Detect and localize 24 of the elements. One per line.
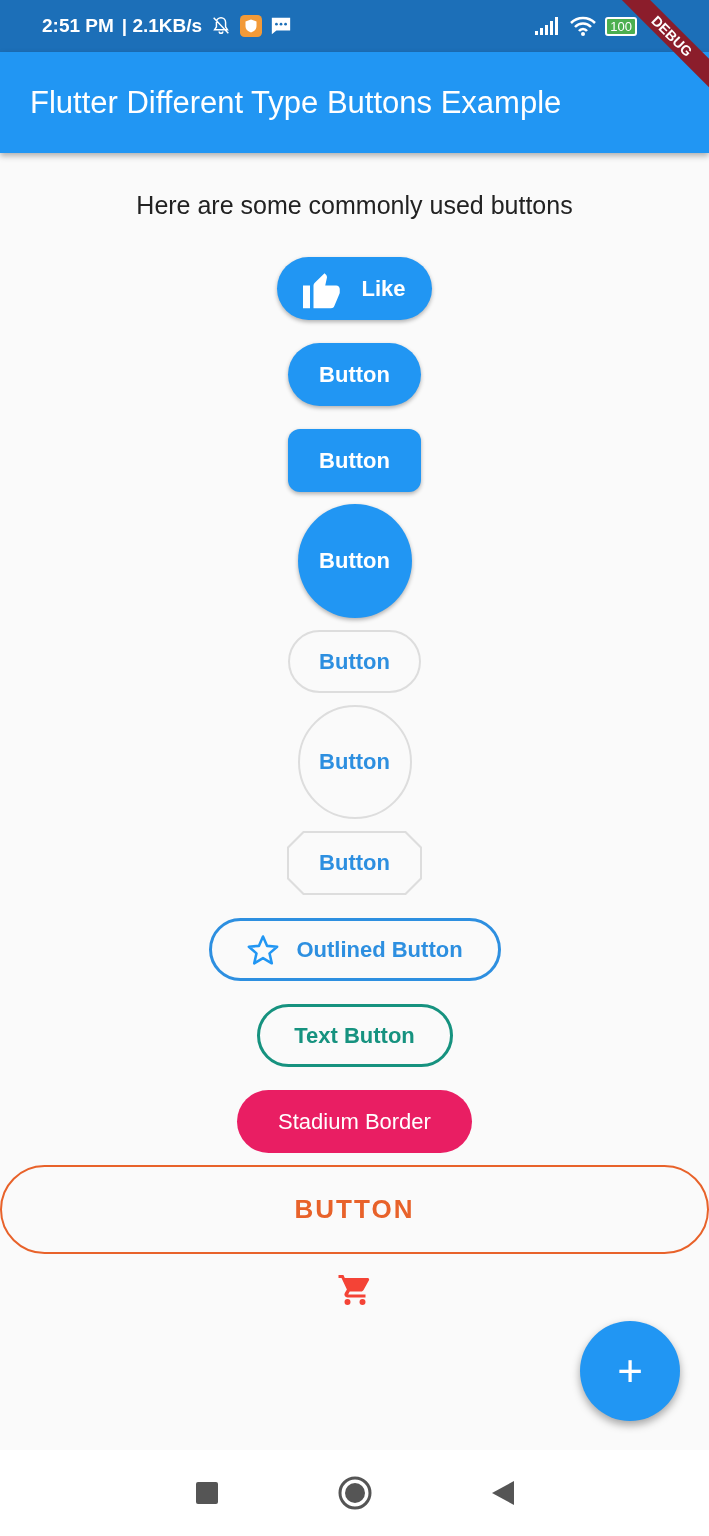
square-icon: [195, 1482, 218, 1504]
network-speed: | 2.1KB/s: [121, 15, 203, 37]
button[interactable]: Button: [288, 429, 421, 492]
button[interactable]: Button: [297, 705, 412, 819]
button[interactable]: Button: [288, 630, 421, 693]
button[interactable]: Button: [287, 831, 422, 895]
back-icon: [491, 1481, 514, 1505]
outlined-button[interactable]: Outlined Button: [208, 918, 501, 981]
heading-text: Here are some commonly used buttons: [135, 191, 574, 220]
home-circle-icon: [337, 1476, 372, 1510]
add-button[interactable]: +: [580, 1321, 680, 1421]
button[interactable]: Stadium Border: [237, 1090, 472, 1153]
wifi-icon: [569, 16, 598, 36]
like-button[interactable]: Like: [277, 257, 432, 320]
button[interactable]: BUTTON: [0, 1165, 709, 1254]
shield-icon: [240, 15, 263, 37]
battery-indicator: 100: [605, 16, 637, 36]
star-icon: [246, 932, 281, 967]
button[interactable]: Text Button: [256, 1004, 453, 1067]
message-icon: [270, 15, 293, 37]
status-time: 2:51 PM: [42, 15, 114, 37]
button[interactable]: Button: [297, 504, 412, 618]
app-bar-title: Flutter Different Type Buttons Example: [30, 84, 562, 121]
button[interactable]: Button: [288, 343, 421, 406]
